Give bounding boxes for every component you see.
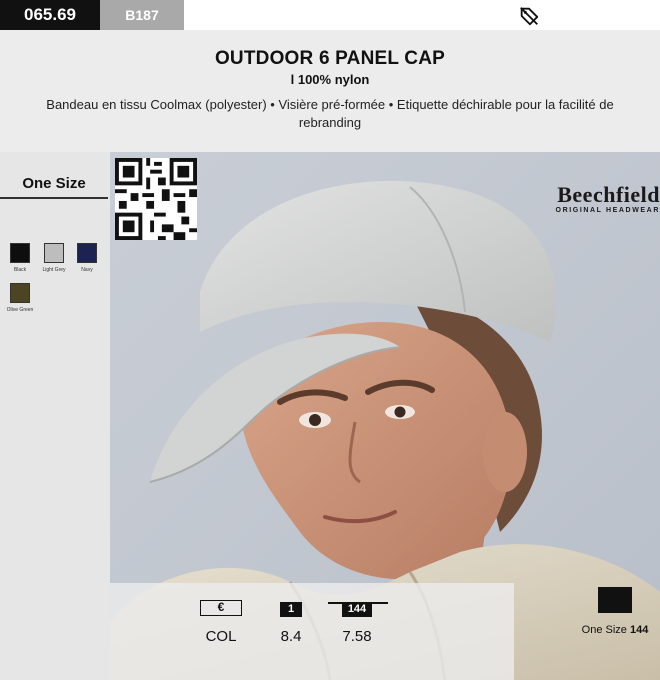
- tag-off-icon: [520, 7, 539, 26]
- currency-box: €: [200, 600, 242, 616]
- price-panel: [110, 583, 514, 680]
- qty-tier-1: 1: [280, 602, 302, 617]
- brand-tagline: ORIGINAL HEADWEAR: [555, 207, 660, 214]
- col-label: COL: [205, 628, 237, 645]
- brand-logo: Beechfield ORIGINAL HEADWEAR: [508, 182, 660, 215]
- color-name: Olive Green: [6, 307, 34, 313]
- product-title: OUTDOOR 6 PANEL CAP: [214, 48, 446, 69]
- carton-icon: [598, 587, 632, 613]
- size-label: One Size: [22, 175, 86, 192]
- color-swatch-black[interactable]: [10, 243, 30, 263]
- color-swatch-navy[interactable]: [77, 243, 97, 263]
- price-tier-2: 7.58: [342, 628, 372, 645]
- color-swatch-olive-green[interactable]: [10, 283, 30, 303]
- qty-tier-2: 144: [342, 602, 372, 617]
- product-material: l 100% nylon: [290, 72, 370, 87]
- color-name: Light Grey: [42, 267, 66, 273]
- product-reference: B187: [100, 0, 184, 30]
- carton-qty: 144: [629, 624, 649, 636]
- color-swatch-light-grey[interactable]: [44, 243, 64, 263]
- divider: [0, 197, 108, 199]
- color-name: Black: [13, 267, 27, 273]
- qr-code[interactable]: [115, 158, 197, 240]
- sidebar: [0, 152, 110, 680]
- top-bar: 065.69 B187: [0, 0, 660, 30]
- price-tier-1: 8.4: [280, 628, 302, 645]
- carton-info: One Size 144: [570, 624, 660, 636]
- product-description: Bandeau en tissu Coolmax (polyester) • V…: [46, 97, 614, 130]
- brand-name: Beechfield: [557, 182, 660, 207]
- color-name: Navy: [81, 267, 93, 273]
- product-code: 065.69: [0, 0, 100, 30]
- carton-size: One Size: [581, 624, 627, 636]
